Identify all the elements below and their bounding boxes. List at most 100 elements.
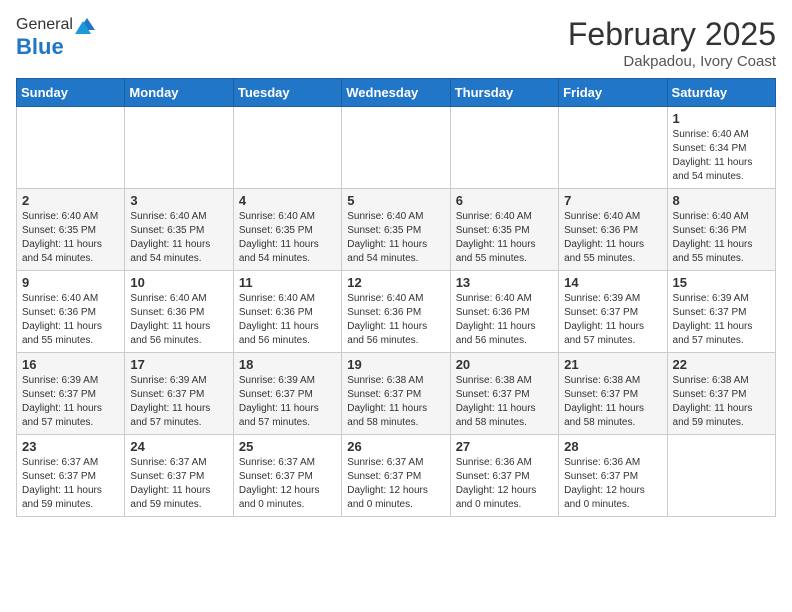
day-number: 9 — [22, 275, 119, 290]
day-number: 19 — [347, 357, 444, 372]
calendar-cell: 25 Sunrise: 6:37 AM Sunset: 6:37 PM Dayli… — [233, 435, 341, 517]
day-info: Sunrise: 6:39 AM Sunset: 6:37 PM Dayligh… — [130, 374, 227, 430]
logo: General Blue — [16, 16, 97, 60]
weekday-header-monday: Monday — [125, 79, 233, 107]
calendar-cell: 20 Sunrise: 6:38 AM Sunset: 6:37 PM Dayli… — [450, 353, 558, 435]
calendar-cell: 9 Sunrise: 6:40 AM Sunset: 6:36 PM Daylig… — [17, 271, 125, 353]
calendar-cell: 22 Sunrise: 6:38 AM Sunset: 6:37 PM Dayli… — [667, 353, 775, 435]
day-info: Sunrise: 6:40 AM Sunset: 6:36 PM Dayligh… — [22, 292, 119, 348]
day-number: 11 — [239, 275, 336, 290]
calendar-cell — [667, 435, 775, 517]
day-info: Sunrise: 6:40 AM Sunset: 6:36 PM Dayligh… — [564, 210, 661, 266]
calendar-cell: 21 Sunrise: 6:38 AM Sunset: 6:37 PM Dayli… — [559, 353, 667, 435]
weekday-header-saturday: Saturday — [667, 79, 775, 107]
day-number: 25 — [239, 439, 336, 454]
calendar-cell — [450, 107, 558, 189]
calendar-cell: 12 Sunrise: 6:40 AM Sunset: 6:36 PM Dayli… — [342, 271, 450, 353]
calendar-cell: 19 Sunrise: 6:38 AM Sunset: 6:37 PM Dayli… — [342, 353, 450, 435]
day-info: Sunrise: 6:38 AM Sunset: 6:37 PM Dayligh… — [347, 374, 444, 430]
calendar-cell — [559, 107, 667, 189]
day-number: 6 — [456, 193, 553, 208]
day-info: Sunrise: 6:40 AM Sunset: 6:35 PM Dayligh… — [130, 210, 227, 266]
day-info: Sunrise: 6:40 AM Sunset: 6:36 PM Dayligh… — [130, 292, 227, 348]
day-info: Sunrise: 6:40 AM Sunset: 6:36 PM Dayligh… — [239, 292, 336, 348]
day-number: 3 — [130, 193, 227, 208]
calendar-week-row: 23 Sunrise: 6:37 AM Sunset: 6:37 PM Dayli… — [17, 435, 776, 517]
calendar-week-row: 9 Sunrise: 6:40 AM Sunset: 6:36 PM Daylig… — [17, 271, 776, 353]
day-number: 8 — [673, 193, 770, 208]
day-info: Sunrise: 6:37 AM Sunset: 6:37 PM Dayligh… — [239, 456, 336, 512]
month-title: February 2025 — [568, 16, 776, 53]
day-info: Sunrise: 6:37 AM Sunset: 6:37 PM Dayligh… — [347, 456, 444, 512]
title-block: February 2025 Dakpadou, Ivory Coast — [568, 16, 776, 70]
day-number: 2 — [22, 193, 119, 208]
day-info: Sunrise: 6:40 AM Sunset: 6:36 PM Dayligh… — [456, 292, 553, 348]
weekday-header-row: SundayMondayTuesdayWednesdayThursdayFrid… — [17, 79, 776, 107]
day-number: 20 — [456, 357, 553, 372]
calendar-cell: 26 Sunrise: 6:37 AM Sunset: 6:37 PM Dayli… — [342, 435, 450, 517]
calendar-cell: 8 Sunrise: 6:40 AM Sunset: 6:36 PM Daylig… — [667, 189, 775, 271]
day-info: Sunrise: 6:40 AM Sunset: 6:36 PM Dayligh… — [673, 210, 770, 266]
calendar-week-row: 2 Sunrise: 6:40 AM Sunset: 6:35 PM Daylig… — [17, 189, 776, 271]
calendar-cell — [125, 107, 233, 189]
day-info: Sunrise: 6:37 AM Sunset: 6:37 PM Dayligh… — [130, 456, 227, 512]
calendar-cell: 4Sunrise: 6:40 AM Sunset: 6:35 PM Daylig… — [233, 189, 341, 271]
location: Dakpadou, Ivory Coast — [568, 53, 776, 70]
day-number: 21 — [564, 357, 661, 372]
weekday-header-thursday: Thursday — [450, 79, 558, 107]
calendar-cell: 6 Sunrise: 6:40 AM Sunset: 6:35 PM Daylig… — [450, 189, 558, 271]
calendar-cell: 5Sunrise: 6:40 AM Sunset: 6:35 PM Daylig… — [342, 189, 450, 271]
calendar-cell: 13Sunrise: 6:40 AM Sunset: 6:36 PM Dayli… — [450, 271, 558, 353]
logo-icon — [75, 16, 97, 34]
weekday-header-tuesday: Tuesday — [233, 79, 341, 107]
day-info: Sunrise: 6:39 AM Sunset: 6:37 PM Dayligh… — [22, 374, 119, 430]
day-info: Sunrise: 6:38 AM Sunset: 6:37 PM Dayligh… — [456, 374, 553, 430]
calendar-cell: 10 Sunrise: 6:40 AM Sunset: 6:36 PM Dayli… — [125, 271, 233, 353]
day-number: 17 — [130, 357, 227, 372]
weekday-header-sunday: Sunday — [17, 79, 125, 107]
calendar-cell: 24 Sunrise: 6:37 AM Sunset: 6:37 PM Dayli… — [125, 435, 233, 517]
day-info: Sunrise: 6:36 AM Sunset: 6:37 PM Dayligh… — [564, 456, 661, 512]
day-number: 24 — [130, 439, 227, 454]
day-info: Sunrise: 6:38 AM Sunset: 6:37 PM Dayligh… — [564, 374, 661, 430]
calendar-cell — [17, 107, 125, 189]
calendar-cell: 15 Sunrise: 6:39 AM Sunset: 6:37 PM Dayli… — [667, 271, 775, 353]
day-number: 1 — [673, 111, 770, 126]
day-info: Sunrise: 6:40 AM Sunset: 6:35 PM Dayligh… — [239, 210, 336, 266]
day-number: 14 — [564, 275, 661, 290]
day-info: Sunrise: 6:40 AM Sunset: 6:35 PM Dayligh… — [456, 210, 553, 266]
day-info: Sunrise: 6:37 AM Sunset: 6:37 PM Dayligh… — [22, 456, 119, 512]
day-number: 10 — [130, 275, 227, 290]
day-number: 26 — [347, 439, 444, 454]
calendar-week-row: 1Sunrise: 6:40 AM Sunset: 6:34 PM Daylig… — [17, 107, 776, 189]
day-info: Sunrise: 6:39 AM Sunset: 6:37 PM Dayligh… — [239, 374, 336, 430]
calendar-cell: 28 Sunrise: 6:36 AM Sunset: 6:37 PM Dayli… — [559, 435, 667, 517]
day-number: 15 — [673, 275, 770, 290]
day-number: 16 — [22, 357, 119, 372]
day-number: 28 — [564, 439, 661, 454]
day-number: 7 — [564, 193, 661, 208]
calendar-cell: 14Sunrise: 6:39 AM Sunset: 6:37 PM Dayli… — [559, 271, 667, 353]
day-info: Sunrise: 6:39 AM Sunset: 6:37 PM Dayligh… — [673, 292, 770, 348]
calendar-cell: 7 Sunrise: 6:40 AM Sunset: 6:36 PM Daylig… — [559, 189, 667, 271]
day-number: 23 — [22, 439, 119, 454]
calendar-week-row: 16 Sunrise: 6:39 AM Sunset: 6:37 PM Dayli… — [17, 353, 776, 435]
day-number: 18 — [239, 357, 336, 372]
calendar-cell: 23 Sunrise: 6:37 AM Sunset: 6:37 PM Dayli… — [17, 435, 125, 517]
logo-blue-text: Blue — [16, 34, 64, 59]
day-info: Sunrise: 6:40 AM Sunset: 6:36 PM Dayligh… — [347, 292, 444, 348]
day-info: Sunrise: 6:40 AM Sunset: 6:35 PM Dayligh… — [22, 210, 119, 266]
day-info: Sunrise: 6:36 AM Sunset: 6:37 PM Dayligh… — [456, 456, 553, 512]
calendar-cell: 2 Sunrise: 6:40 AM Sunset: 6:35 PM Daylig… — [17, 189, 125, 271]
day-number: 5 — [347, 193, 444, 208]
calendar-cell: 18 Sunrise: 6:39 AM Sunset: 6:37 PM Dayli… — [233, 353, 341, 435]
day-number: 22 — [673, 357, 770, 372]
day-info: Sunrise: 6:38 AM Sunset: 6:37 PM Dayligh… — [673, 374, 770, 430]
calendar-cell: 16 Sunrise: 6:39 AM Sunset: 6:37 PM Dayli… — [17, 353, 125, 435]
day-number: 12 — [347, 275, 444, 290]
weekday-header-friday: Friday — [559, 79, 667, 107]
calendar-cell: 3 Sunrise: 6:40 AM Sunset: 6:35 PM Daylig… — [125, 189, 233, 271]
day-number: 27 — [456, 439, 553, 454]
calendar-cell: 1Sunrise: 6:40 AM Sunset: 6:34 PM Daylig… — [667, 107, 775, 189]
page-header: General Blue February 2025 Dakpadou, Ivo… — [16, 16, 776, 70]
